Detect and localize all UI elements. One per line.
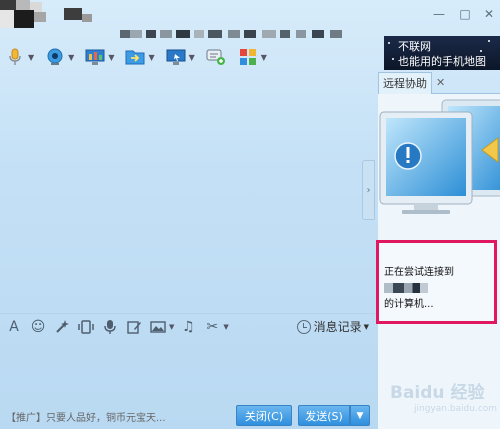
voice-message-icon[interactable] [100, 317, 120, 337]
image-icon[interactable] [148, 317, 168, 337]
clock-icon [296, 319, 311, 334]
close-tab-icon[interactable]: ✕ [436, 76, 445, 89]
status-text-prefix: 正在尝试连接到 [384, 267, 454, 278]
chevron-down-icon[interactable]: ▼ [223, 323, 228, 331]
watermark-brand: Baidu 经验 [390, 383, 485, 403]
apps-button[interactable]: ▼ [237, 47, 267, 67]
new-chat-icon [205, 47, 227, 67]
chevron-down-icon[interactable]: ▼ [261, 53, 267, 62]
remote-connection-illustration [378, 98, 500, 218]
new-chat-button[interactable] [205, 47, 227, 67]
send-file-button[interactable]: ▼ [124, 47, 155, 67]
chevron-down-icon: ▼ [363, 322, 369, 331]
video-call-button[interactable]: ▼ [44, 47, 74, 67]
close-button[interactable]: 关闭(C) [236, 405, 292, 426]
font-button[interactable]: A [4, 317, 24, 337]
scissors-icon[interactable]: ✂ [202, 317, 222, 337]
chat-toolbar: ▼ ▼ ▼ ▼ ▼ ▼ [0, 42, 375, 72]
chevron-down-icon[interactable]: ▼ [108, 53, 114, 62]
collapse-panel-button[interactable]: › [362, 160, 375, 220]
redacted-contact-name [384, 283, 428, 293]
message-history-label: 消息记录 [313, 320, 362, 334]
remote-desktop-icon [84, 47, 106, 67]
shake-window-icon[interactable] [76, 317, 96, 337]
tab-remote-assist[interactable]: 远程协助 ✕ [378, 71, 500, 94]
apps-grid-icon [237, 47, 259, 67]
screen-share-button[interactable]: ▼ [165, 47, 195, 67]
ad-line-1: 不联网 [398, 40, 431, 53]
message-display-area[interactable] [0, 72, 362, 312]
maximize-button[interactable]: □ [458, 8, 472, 20]
watermark-url: jingyan.baidu.com [414, 404, 498, 414]
message-history-button[interactable]: 消息记录 ▼ [296, 318, 369, 335]
chevron-down-icon[interactable]: ▼ [189, 53, 195, 62]
emoji-button[interactable]: ☺ [28, 317, 48, 337]
send-file-icon [124, 47, 146, 67]
chevron-down-icon[interactable]: ▼ [148, 53, 154, 62]
promo-link[interactable]: 【推广】只要人品好，铜币元宝天... [6, 409, 166, 424]
chevron-down-icon[interactable]: ▼ [28, 53, 34, 62]
send-options-button[interactable]: ▼ [350, 405, 370, 426]
microphone-icon [4, 47, 26, 67]
screen-share-icon [165, 47, 187, 67]
send-button[interactable]: 发送(S) [298, 405, 350, 426]
video-camera-icon [44, 47, 66, 67]
connection-status-box: 正在尝试连接到 的计算机... [376, 240, 497, 324]
bottom-bar: 【推广】只要人品好，铜币元宝天... 关闭(C) 发送(S) ▼ [0, 400, 375, 429]
chevron-down-icon[interactable]: ▼ [68, 53, 74, 62]
magic-wand-icon[interactable] [52, 317, 72, 337]
ad-banner[interactable]: 不联网 也能用的手机地图 [384, 36, 500, 70]
minimize-button[interactable]: — [432, 8, 446, 20]
ad-line-2: 也能用的手机地图 [398, 55, 486, 68]
baidu-watermark: Baidu 经验 jingyan.baidu.com [390, 372, 500, 429]
close-window-button[interactable]: ✕ [482, 8, 496, 20]
message-input-field[interactable] [0, 340, 375, 400]
status-text-suffix: 的计算机... [384, 299, 434, 310]
tab-remote-assist-label: 远程协助 [378, 71, 432, 94]
input-toolbar: A ☺ ▼ ♫ ✂ ▼ 消息记录 ▼ [0, 313, 375, 339]
remote-desktop-button[interactable]: ▼ [84, 47, 114, 67]
edit-note-icon[interactable] [124, 317, 144, 337]
chevron-down-icon[interactable]: ▼ [169, 323, 174, 331]
music-icon[interactable]: ♫ [178, 317, 198, 337]
chevron-right-icon: › [366, 184, 371, 196]
voice-call-button[interactable]: ▼ [4, 47, 34, 67]
